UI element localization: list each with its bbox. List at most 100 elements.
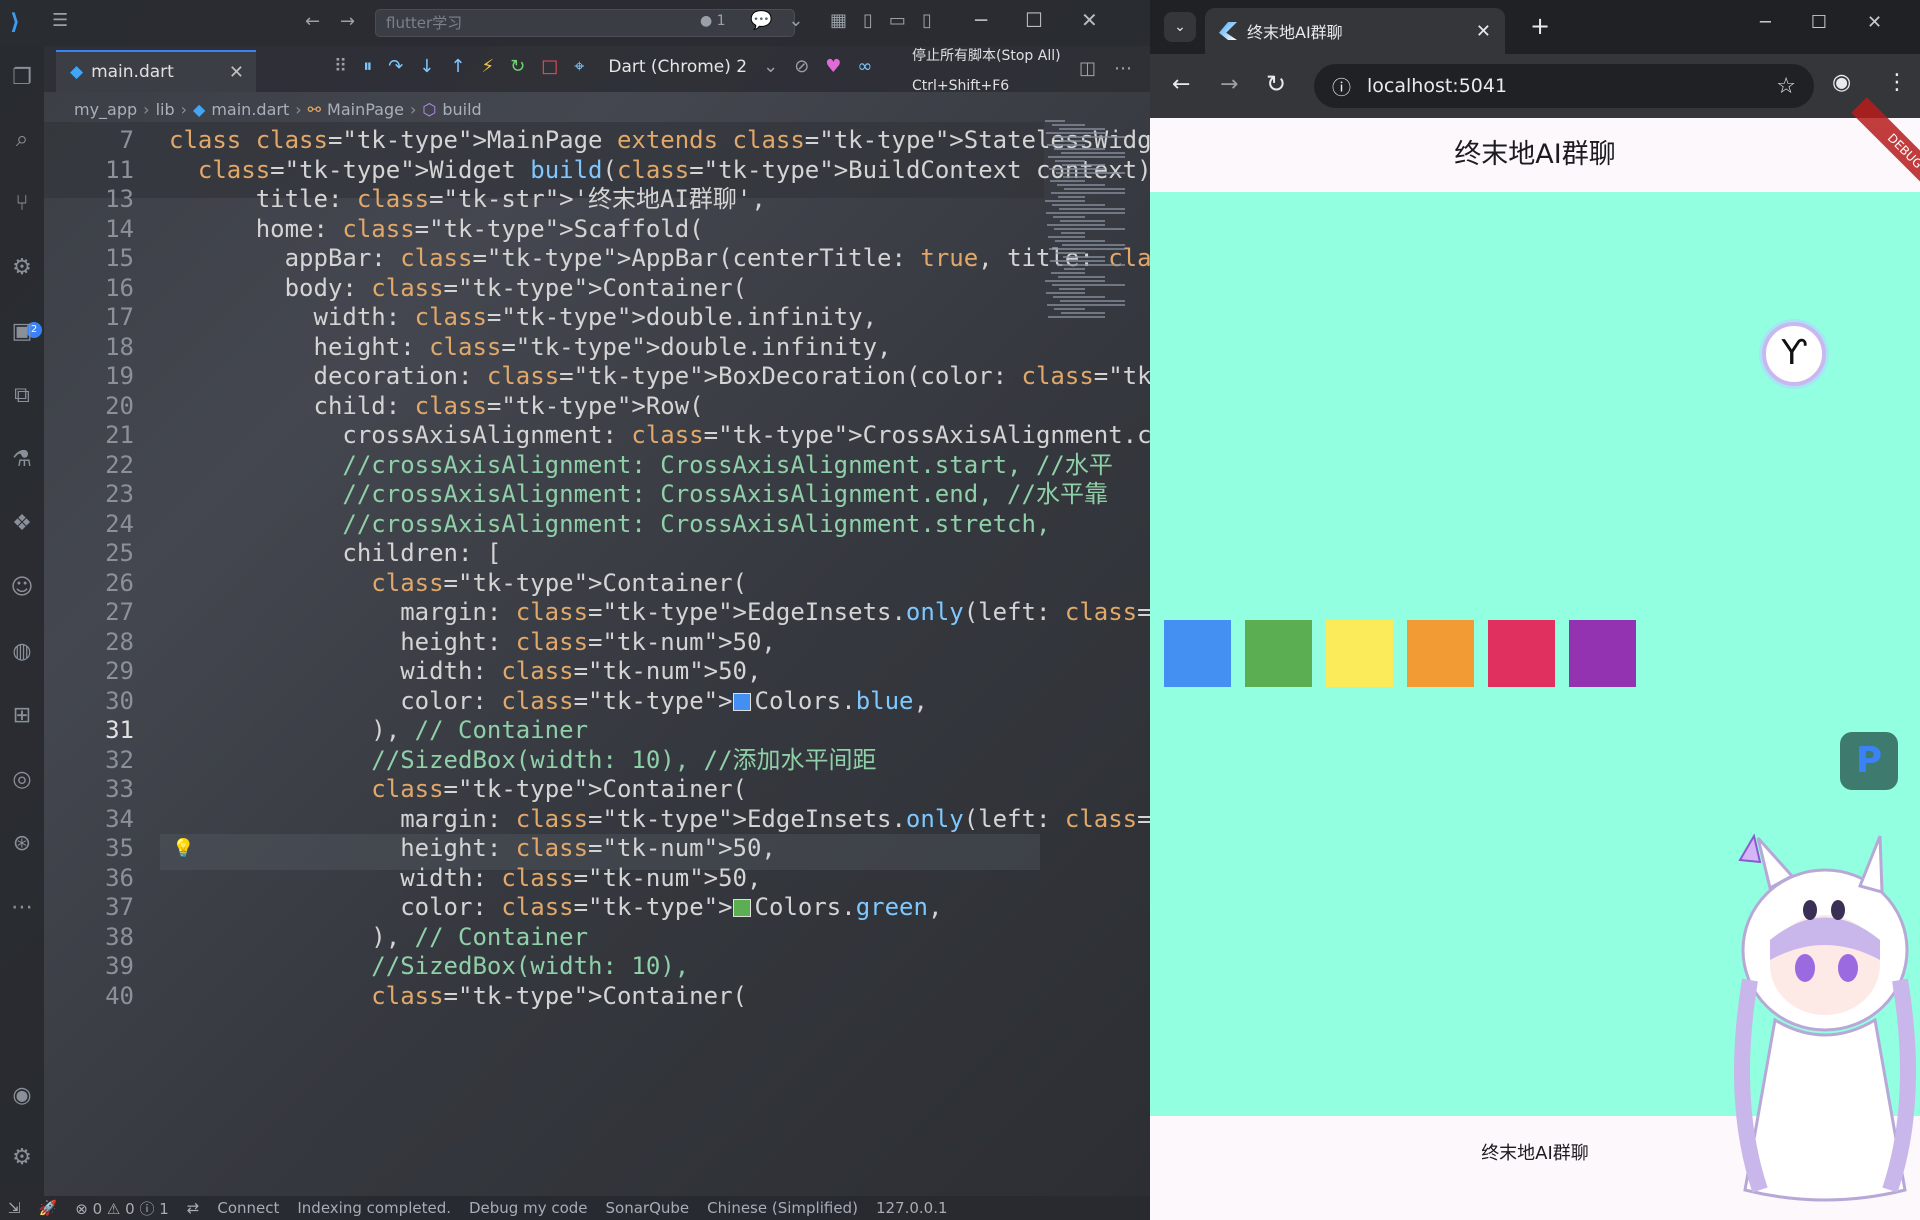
minimize-icon[interactable]: ─ (1760, 12, 1771, 33)
restart-icon[interactable]: ↻ (510, 56, 525, 77)
minimap-line (1059, 208, 1125, 210)
hot-reload-icon[interactable]: ⚡ (481, 56, 494, 77)
account-icon[interactable]: ◉ (8, 1082, 36, 1110)
maximize-icon[interactable]: ☐ (1811, 12, 1827, 33)
back-icon[interactable]: ← (1172, 72, 1190, 97)
database-icon[interactable]: ⊞ (8, 702, 36, 730)
problems-indicator[interactable]: ⊗ 0 ⚠ 0 ⓘ 1 (75, 1198, 169, 1219)
breadcrumb-item[interactable]: lib (156, 100, 175, 119)
nav-forward-icon[interactable]: → (340, 11, 355, 32)
step-into-icon[interactable]: ↓ (419, 56, 434, 77)
chrome-toolbar: ← → ↻ ⓘ localhost:5041 ☆ ◉ ⋮ (1150, 54, 1920, 118)
copilot-chat-icon[interactable]: 💬 (750, 10, 772, 31)
toggle-sidebar-icon[interactable]: ▯ (863, 10, 873, 31)
github-icon[interactable]: ◎ (8, 766, 36, 794)
language-status[interactable]: Chinese (Simplified) (707, 1199, 858, 1217)
tab-main-dart[interactable]: ◆ main.dart ✕ (56, 50, 256, 92)
flutter-icon[interactable]: ❖ (8, 510, 36, 538)
nav-back-icon[interactable]: ← (305, 11, 320, 32)
minimap-line (1064, 268, 1085, 270)
git-graph-icon[interactable]: ⊛ (8, 830, 36, 858)
minimap-line (1052, 204, 1105, 206)
rocket-icon[interactable]: 🚀 (39, 1199, 58, 1217)
minimap-line (1060, 220, 1105, 222)
debug-status[interactable]: Debug my code (469, 1199, 588, 1217)
close-tab-icon[interactable]: ✕ (229, 62, 244, 83)
ip-status[interactable]: 127.0.0.1 (876, 1199, 948, 1217)
explorer-icon[interactable]: ❐ (8, 64, 36, 92)
pause-icon[interactable]: ⏸ (363, 56, 372, 77)
disconnect-icon[interactable]: ⊘ (794, 56, 809, 77)
remote-explorer-icon[interactable]: ▣ (8, 318, 36, 346)
maximize-icon[interactable]: ☐ (1025, 8, 1043, 32)
address-bar[interactable]: ⓘ localhost:5041 ☆ (1314, 64, 1814, 108)
more-icon[interactable]: ⋯ (8, 894, 36, 922)
minimap-line (1060, 300, 1125, 302)
minimap[interactable] (1045, 120, 1135, 320)
close-icon[interactable]: ✕ (1081, 8, 1098, 32)
purple-container (1569, 620, 1636, 687)
minimap-line (1048, 156, 1125, 158)
class-icon: ⚯ (307, 99, 322, 119)
toggle-panel-icon[interactable]: ▭ (889, 10, 906, 31)
minimize-icon[interactable]: ─ (975, 8, 987, 32)
red-container (1488, 620, 1555, 687)
inspect-widget-icon[interactable]: ⌖ (574, 56, 584, 77)
minimap-line (1060, 140, 1085, 142)
search-icon[interactable]: ⌕ (8, 126, 36, 154)
close-icon[interactable]: ✕ (1867, 12, 1882, 33)
minimap-line (1059, 288, 1085, 290)
step-over-icon[interactable]: ↷ (388, 56, 403, 77)
sonarqube-status[interactable]: SonarQube (606, 1199, 690, 1217)
more-actions-icon[interactable]: ⋯ (1114, 58, 1132, 79)
minimap-line (1054, 308, 1085, 310)
live-share-icon[interactable]: ⇄ (187, 1199, 200, 1217)
extensions-icon[interactable]: ⧉ (8, 382, 36, 410)
minimap-line (1049, 248, 1125, 250)
reload-icon[interactable]: ↻ (1266, 70, 1286, 98)
breadcrumb-item[interactable]: main.dart (211, 100, 289, 119)
breadcrumb-item[interactable]: MainPage (327, 100, 404, 119)
source-control-icon[interactable]: ⑂ (8, 190, 36, 218)
devtools-icon[interactable]: ♥ (825, 56, 841, 77)
code-line[interactable]: 40 class="tk-type">Container( (44, 978, 1044, 1014)
desktop-mascot-illustration[interactable] (1710, 800, 1920, 1220)
layout-grid-icon[interactable]: ▦ (830, 10, 847, 31)
breadcrumb-item[interactable]: my_app (74, 100, 137, 119)
run-debug-icon[interactable]: ⚙ (8, 254, 36, 282)
menu-icon[interactable]: ☰ (52, 10, 68, 31)
command-center-search[interactable]: flutter学习 (375, 9, 795, 37)
bookmark-star-icon[interactable]: ☆ (1776, 74, 1796, 99)
forward-icon[interactable]: → (1220, 72, 1238, 97)
new-tab-icon[interactable]: + (1530, 12, 1550, 40)
floating-logo-icon[interactable]: Ƴ (1762, 322, 1826, 386)
chevron-down-icon[interactable]: ⌄ (763, 56, 778, 77)
chevron-down-icon[interactable]: ⌄ (788, 10, 803, 31)
remote-icon[interactable]: ⇲ (8, 1199, 21, 1217)
stop-icon[interactable]: □ (541, 56, 558, 77)
drag-handle-icon[interactable]: ⠿ (334, 56, 347, 77)
copilot-icon[interactable]: ☺ (8, 574, 36, 602)
step-out-icon[interactable]: ↑ (450, 56, 465, 77)
testing-icon[interactable]: ⚗ (8, 446, 36, 474)
connect-status[interactable]: Connect (217, 1199, 279, 1217)
chrome-menu-icon[interactable]: ⋮ (1886, 70, 1908, 95)
profile-icon[interactable]: ◉ (1832, 70, 1851, 95)
split-editor-icon[interactable]: ◫ (1079, 58, 1096, 79)
breadcrumb-item[interactable]: build (442, 100, 481, 119)
chrome-tab[interactable]: 终末地AI群聊 ✕ (1205, 8, 1505, 54)
chrome-tab-title: 终末地AI群聊 (1247, 23, 1343, 42)
minimap-line (1064, 188, 1125, 190)
close-tab-icon[interactable]: ✕ (1476, 21, 1491, 42)
floating-p-icon[interactable]: P (1840, 732, 1898, 790)
tab-search-icon[interactable]: ⌄ (1164, 12, 1196, 42)
json-icon[interactable]: ◍ (8, 638, 36, 666)
minimap-line (1045, 280, 1105, 282)
debug-config-select[interactable]: Dart (Chrome) 2 (608, 57, 747, 77)
editor-tabbar: ◆ main.dart ✕ ⠿ ⏸ ↷ ↓ ↑ ⚡ ↻ □ ⌖ Dart (Ch… (44, 46, 1150, 94)
link-icon[interactable]: ∞ (857, 56, 872, 77)
toggle-secondary-sidebar-icon[interactable]: ▯ (922, 10, 932, 31)
code-editor[interactable]: 7 class class="tk-type">MainPage extends … (44, 122, 1150, 1202)
site-info-icon[interactable]: ⓘ (1332, 73, 1351, 100)
settings-gear-icon[interactable]: ⚙ (8, 1144, 36, 1172)
